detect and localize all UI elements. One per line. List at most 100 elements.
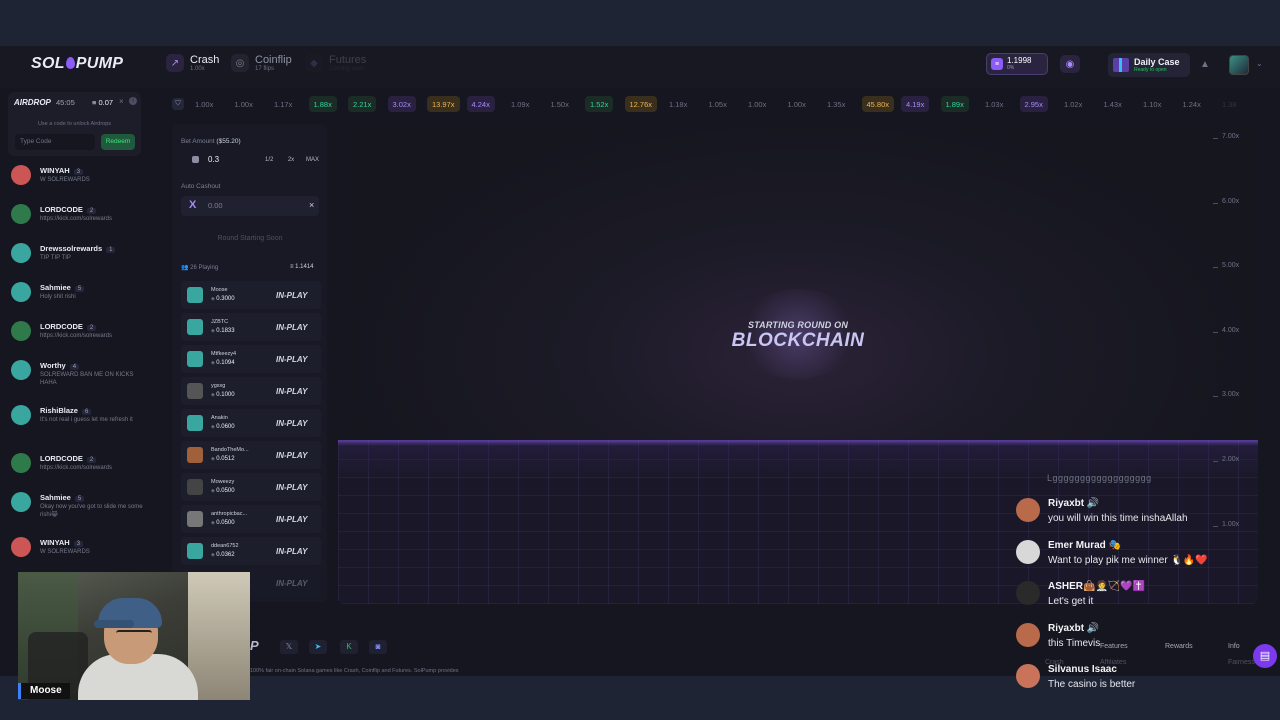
multiplier-chip[interactable]: 13.97x [427,96,460,112]
chat-username[interactable]: Drewssolrewards 1 [40,244,116,253]
chat-username-text: RishiBlaze [40,406,78,415]
multiplier-chip[interactable]: 1.89x [940,96,969,112]
chat-avatar[interactable] [11,492,31,512]
chat-username[interactable]: WINYAH 3 [40,166,84,175]
max-bet-button[interactable]: MAX [304,154,321,166]
footer-link-fairness[interactable]: Fairness [1228,659,1255,666]
x-social-icon[interactable]: 𝕏 [280,640,298,654]
daily-case-button[interactable]: Daily Case Ready to open [1108,53,1190,77]
bet-amount-input[interactable]: 0.3 1/2 2x MAX [181,151,319,169]
bell-icon[interactable]: ▲ [1200,59,1210,70]
kick-icon[interactable]: K [340,640,358,654]
multiplier-chip[interactable]: 3.02x [387,96,416,112]
footer-link-info[interactable]: Info [1228,643,1240,650]
chat-avatar[interactable] [11,453,31,473]
close-icon[interactable]: × [119,97,124,106]
multiplier-chip[interactable]: 2.21x [348,96,377,112]
chat-level-badge: 2 [86,208,97,214]
nav-futures[interactable]: ◆ Futures Coming soon [305,54,366,72]
multiplier-chip[interactable]: 1.43x [1099,96,1127,112]
multiplier-chip[interactable]: 1.88x [308,96,337,112]
chat-avatar[interactable] [11,204,31,224]
balance-display[interactable]: ≡ 1.1998 0% [986,53,1048,75]
auto-cashout-value[interactable]: 0.00 [208,201,223,210]
multiplier-chip[interactable]: 1.02x [1059,96,1087,112]
chat-message: LORDCODE 2 https://kick.com/solrewards [8,319,150,353]
multiplier-chip[interactable]: 12.76x [624,96,658,112]
multiplier-chip[interactable]: 2.95x [1019,96,1048,112]
multiplier-chip[interactable]: 1.35x [822,96,850,112]
redeem-button[interactable]: Redeem [101,134,135,150]
double-bet-button[interactable]: 2x [285,154,297,166]
bet-amount-value[interactable]: 0.3 [208,155,219,164]
nav-coinflip[interactable]: ◎ Coinflip 17 flips [231,54,292,72]
wallet-icon[interactable]: ◉ [1060,55,1080,73]
chat-username[interactable]: LORDCODE 2 [40,205,97,214]
clear-icon[interactable]: × [309,200,314,210]
stream-chat-avatar [1016,498,1040,522]
multiplier-chip[interactable]: 1.50x [546,96,574,112]
nav-crash[interactable]: ↗ Crash 1.00x [166,54,219,72]
user-avatar[interactable] [1229,55,1249,75]
auto-cashout-input[interactable]: X 0.00 × [181,196,319,216]
nav-coinflip-label: Coinflip [255,53,292,66]
chart-icon: ↗ [166,54,184,72]
solpump-logo[interactable]: SOL PUMP [31,55,123,73]
footer-link-rewards[interactable]: Rewards [1165,643,1193,650]
chat-username[interactable]: RishiBlaze 6 [40,406,92,415]
stream-chat-avatar [1016,664,1040,688]
info-icon[interactable]: i [129,97,137,105]
multiplier-chip[interactable]: 1.10x [1138,96,1166,112]
chat-avatar[interactable] [11,537,31,557]
multiplier-chip[interactable]: 1.38 [1217,96,1242,112]
multiplier-chip[interactable]: 1.00x [783,96,811,112]
player-row: anthropicbac... 0.0500 IN-PLAY [181,505,321,533]
chat-message: WINYAH 3 W SOLREWARDS [8,163,150,197]
telegram-icon[interactable]: ➤ [309,640,327,654]
multiplier-chip[interactable]: 45.80x [861,96,895,112]
stream-chat-name: Riyaxbt 🔊 [1048,623,1100,634]
shield-icon[interactable]: ⛉ [172,98,184,110]
airdrop-amount: ≡ 0.07 [92,98,114,107]
player-name: JZBTC [211,319,229,325]
sol-icon [192,156,199,163]
chat-username[interactable]: Sahmiee 5 [40,283,85,292]
stream-chat-faded-message: Lgggggggggggggggggg [1047,473,1152,483]
chat-avatar[interactable] [11,321,31,341]
multiplier-chip[interactable]: 1.17x [269,96,297,112]
multiplier-chip[interactable]: 1.09x [506,96,534,112]
discord-icon[interactable]: ◙ [369,640,387,654]
chat-bubble-icon[interactable]: ▤ [1253,644,1277,668]
chat-username[interactable]: Worthy 4 [40,361,80,370]
multiplier-chip[interactable]: 1.03x [980,96,1008,112]
chat-message-text: SOLREWARD BAN ME ON KICKS HAHA [40,372,134,386]
multiplier-chip[interactable]: 1.05x [704,96,732,112]
chat-avatar[interactable] [11,165,31,185]
chat-username[interactable]: WINYAH 3 [40,538,84,547]
multiplier-chip[interactable]: 1.00x [230,96,258,112]
multiplier-chip[interactable]: 4.24x [466,96,495,112]
half-bet-button[interactable]: 1/2 [263,154,275,166]
chat-level-badge: 3 [73,541,84,547]
chat-avatar[interactable] [11,243,31,263]
chat-username[interactable]: LORDCODE 2 [40,322,97,331]
multiplier-chip[interactable]: 4.19x [901,96,930,112]
multiplier-chip[interactable]: 1.52x [585,96,614,112]
chat-username[interactable]: LORDCODE 2 [40,454,97,463]
y-axis-tick: 2.00x [1212,456,1240,463]
airdrop-code-input[interactable]: Type Code [15,134,95,150]
footer-logo: P [250,638,259,653]
multiplier-chip[interactable]: 1.00x [190,96,218,112]
multiplier-chip[interactable]: 1.00x [743,96,771,112]
multiplier-chip[interactable]: 1.18x [664,96,692,112]
chat-avatar[interactable] [11,405,31,425]
multiplier-chip[interactable]: 1.24x [1178,96,1206,112]
chevron-down-icon[interactable]: ⌄ [1256,59,1263,68]
chat-avatar[interactable] [11,282,31,302]
y-axis-tick: 3.00x [1212,391,1240,399]
chat-avatar[interactable] [11,360,31,380]
chat-message: Sahmiee 5 Holy shit rishi [8,280,150,314]
round-starting-button[interactable]: Round Starting Soon [181,230,319,248]
footer-link-features[interactable]: Features [1100,643,1128,650]
chat-username[interactable]: Sahmiee 5 [40,493,85,502]
